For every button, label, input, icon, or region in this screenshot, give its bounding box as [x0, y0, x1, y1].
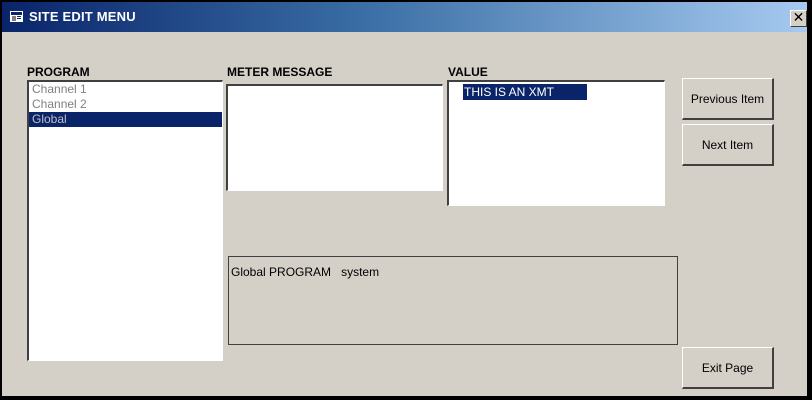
info-panel: Global PROGRAM system: [228, 256, 678, 345]
title-bar[interactable]: SITE EDIT MENU: [2, 2, 807, 32]
previous-item-label: Previous Item: [690, 92, 765, 106]
info-text: Global PROGRAM system: [231, 265, 379, 279]
previous-item-button[interactable]: Previous Item: [682, 78, 774, 120]
window-title: SITE EDIT MENU: [29, 9, 136, 24]
next-item-button[interactable]: Next Item: [682, 124, 774, 166]
info-program-name: Global: [231, 265, 266, 279]
meter-message-label: METER MESSAGE: [227, 65, 333, 79]
site-edit-window: SITE EDIT MENU ✕ PROGRAM Channel 1 Channe…: [0, 0, 812, 400]
exit-page-label: Exit Page: [701, 361, 754, 375]
program-list-item[interactable]: Channel 1: [29, 82, 222, 97]
close-button[interactable]: ✕: [790, 10, 807, 27]
value-label: VALUE: [448, 65, 488, 79]
program-list-item[interactable]: Global: [29, 112, 222, 127]
info-program-item: system: [341, 265, 380, 279]
next-item-label: Next Item: [701, 138, 754, 152]
app-icon: [10, 11, 23, 22]
close-icon: ✕: [792, 10, 805, 26]
program-label: PROGRAM: [27, 65, 90, 79]
value-list[interactable]: THIS IS AN XMT: [447, 80, 665, 206]
meter-message-box[interactable]: [226, 84, 443, 191]
program-list[interactable]: Channel 1 Channel 2 Global: [27, 80, 223, 361]
value-list-item[interactable]: THIS IS AN XMT: [463, 84, 587, 100]
exit-page-button[interactable]: Exit Page: [682, 347, 774, 389]
program-list-item[interactable]: Channel 2: [29, 97, 222, 112]
info-program-word: PROGRAM: [269, 265, 332, 279]
